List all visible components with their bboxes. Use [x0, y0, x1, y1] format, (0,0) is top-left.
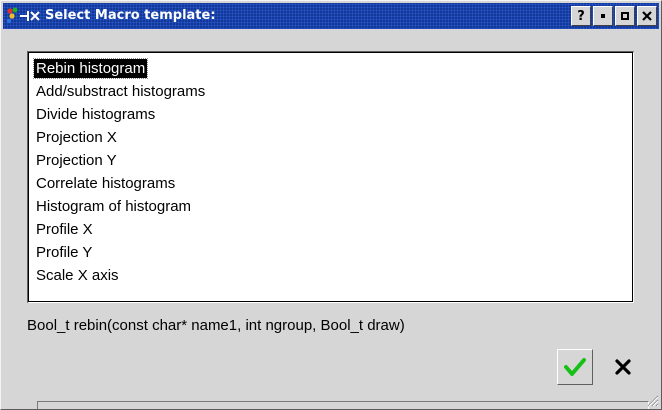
function-signature: Bool_t rebin(const char* name1, int ngro… — [27, 317, 405, 334]
list-item[interactable]: Profile X — [34, 218, 207, 241]
cancel-button[interactable] — [605, 349, 641, 385]
list-item-label: Profile X — [36, 221, 93, 238]
maximize-button[interactable] — [615, 6, 635, 26]
list-item-label: Projection Y — [36, 152, 117, 169]
list-item[interactable]: Profile Y — [34, 241, 207, 264]
close-window-button[interactable] — [637, 6, 657, 26]
template-items: Rebin histogram Add/substract histograms D… — [32, 57, 207, 287]
title-bar[interactable]: Select Macro template: ? — [3, 3, 659, 29]
macro-template-list[interactable]: Rebin histogram Add/substract histograms D… — [27, 51, 634, 303]
select-macro-dialog: Select Macro template: ? Rebin histogram… — [0, 0, 662, 410]
minimize-button[interactable] — [593, 6, 613, 26]
list-item[interactable]: Scale X axis — [34, 264, 207, 287]
list-item-label: Projection X — [36, 129, 117, 146]
list-item[interactable]: Add/substract histograms — [34, 80, 207, 103]
help-button[interactable]: ? — [571, 6, 591, 26]
list-item[interactable]: Divide histograms — [34, 103, 207, 126]
close-x-icon — [615, 359, 631, 375]
ok-button[interactable] — [557, 349, 593, 385]
list-item[interactable]: Correlate histograms — [34, 172, 207, 195]
status-bar — [37, 401, 649, 409]
help-icon: ? — [577, 8, 585, 24]
maximize-icon — [621, 12, 629, 20]
list-item[interactable]: Histogram of histogram — [34, 195, 207, 218]
list-item-label: Add/substract histograms — [36, 83, 206, 100]
list-item[interactable]: Projection X — [34, 126, 207, 149]
list-item[interactable]: Rebin histogram — [32, 57, 207, 80]
list-item-label: Histogram of histogram — [36, 198, 192, 215]
list-item-label: Scale X axis — [36, 267, 119, 284]
list-item-label: Divide histograms — [36, 106, 156, 123]
list-item-label: Correlate histograms — [36, 175, 176, 192]
app-icon[interactable] — [5, 6, 41, 26]
list-item-label: Rebin histogram — [32, 58, 149, 79]
list-item[interactable]: Projection Y — [34, 149, 207, 172]
window-title: Select Macro template: — [45, 8, 216, 23]
minimize-icon — [601, 14, 605, 18]
title-bar-buttons: ? — [571, 6, 657, 26]
list-item-label: Profile Y — [36, 244, 93, 261]
resize-grip-icon[interactable] — [645, 393, 659, 407]
checkmark-icon — [564, 358, 586, 376]
close-icon — [642, 11, 652, 21]
